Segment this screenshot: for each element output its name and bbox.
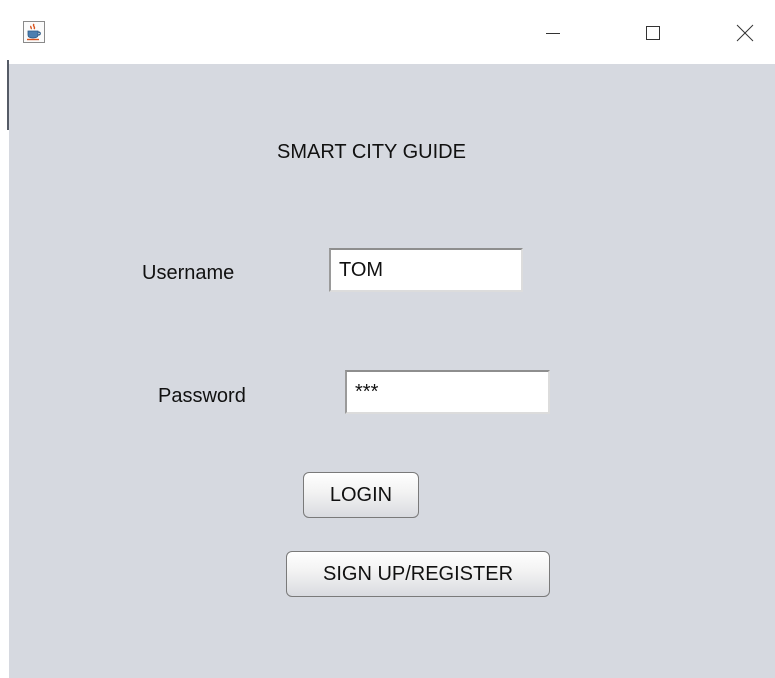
sign-up-register-button[interactable]: SIGN UP/REGISTER [286, 551, 550, 597]
username-label: Username [142, 262, 235, 284]
minimize-icon [546, 33, 560, 34]
login-panel: SMART CITY GUIDE Username Password LOGIN… [9, 64, 775, 678]
close-icon [736, 24, 754, 42]
login-window: SMART CITY GUIDE Username Password LOGIN… [9, 0, 775, 678]
login-button[interactable]: LOGIN [303, 472, 419, 518]
maximize-icon [646, 26, 660, 40]
app-title: SMART CITY GUIDE [277, 141, 466, 163]
password-field[interactable] [345, 370, 550, 414]
close-button[interactable] [730, 18, 760, 48]
minimize-button[interactable] [538, 18, 568, 48]
maximize-button[interactable] [638, 18, 668, 48]
password-label: Password [158, 385, 246, 407]
username-field[interactable] [329, 248, 523, 292]
java-cup-icon[interactable] [23, 21, 45, 43]
title-bar[interactable] [9, 0, 775, 64]
desktop-edge [0, 0, 9, 678]
